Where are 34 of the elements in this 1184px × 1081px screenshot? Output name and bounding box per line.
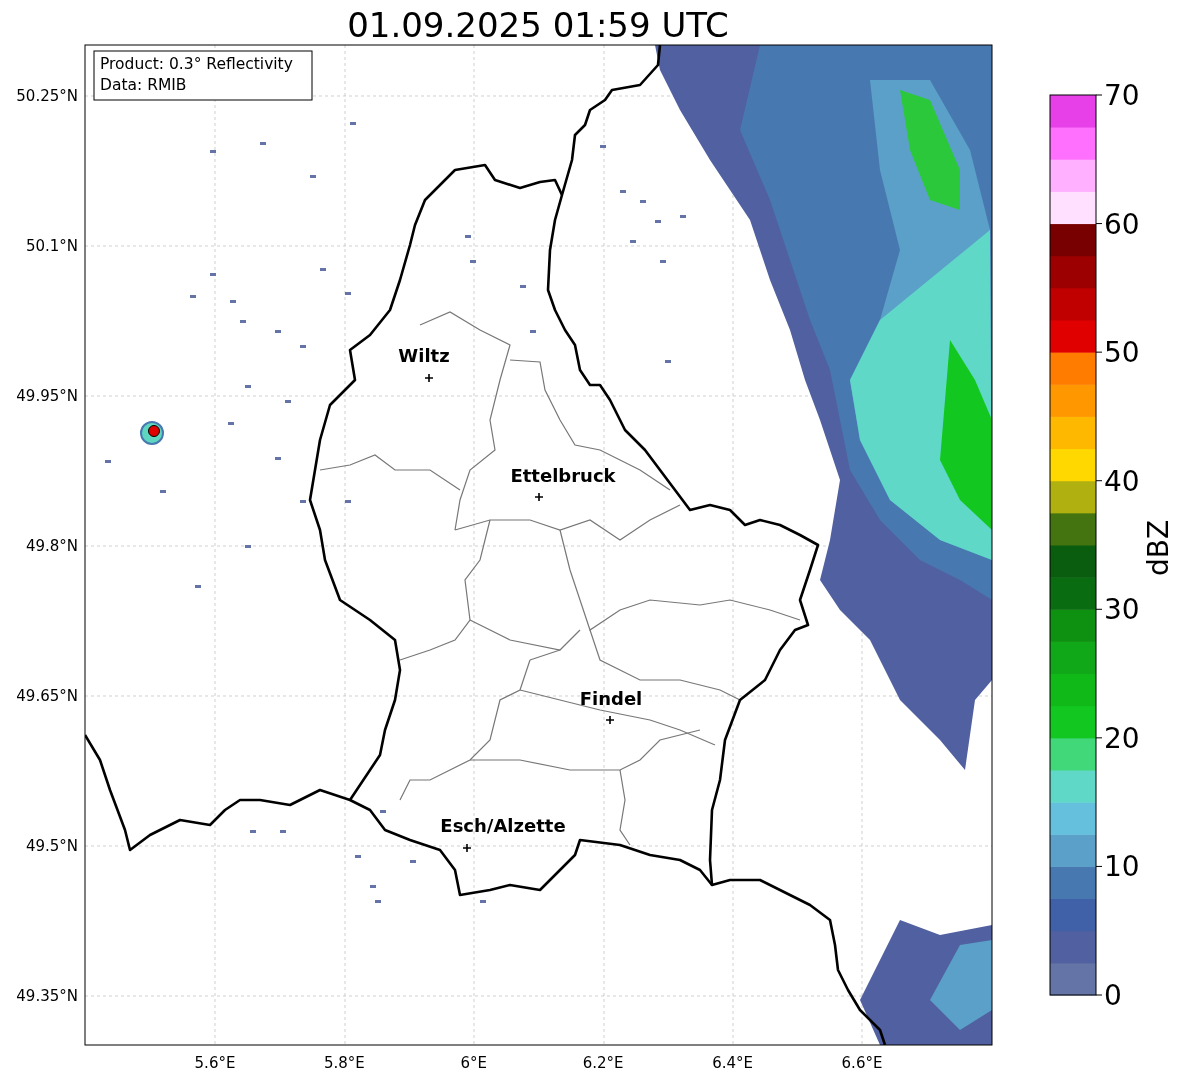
city-label: Findel [579,688,643,709]
colorbar-tick-label: 10 [1104,850,1140,884]
city-marker-icon [605,715,615,725]
city-marker-icon [424,373,434,383]
lat-label: 50.1°N [25,237,78,255]
city-label: Esch/Alzette [440,815,566,836]
lat-label: 49.5°N [25,837,78,855]
radar-site-icon [140,421,164,445]
colorbar-tick-label: 0 [1104,979,1122,1012]
city-marker-icon [462,843,472,853]
colorbar-tick-label: 30 [1104,593,1140,627]
info-text: Product: 0.3° Reflectivity [100,55,293,73]
lon-label: 5.6°E [194,1054,236,1072]
chart-title: 01.09.2025 01:59 UTC [347,5,729,45]
lat-label: 49.35°N [16,987,78,1005]
lon-label: 6°E [460,1054,488,1072]
lon-label: 6.2°E [582,1054,624,1072]
lat-label: 49.65°N [16,687,78,705]
lat-label: 50.25°N [16,87,78,105]
city-label: Ettelbruck [510,465,616,486]
city-marker-icon [534,492,544,502]
colorbar-title: dBZ [1142,519,1175,577]
colorbar-tick-label: 70 [1104,79,1140,112]
info-text: Data: RMIB [100,76,187,94]
colorbar-tick-label: 60 [1104,207,1140,241]
lon-label: 6.4°E [712,1054,753,1072]
lat-label: 49.95°N [16,387,78,405]
colorbar-tick-label: 50 [1104,336,1140,370]
lat-label: 49.8°N [25,537,78,555]
lon-label: 6.6°E [841,1054,883,1072]
lon-label: 5.8°E [324,1054,365,1072]
colorbar-tick-label: 20 [1104,721,1140,755]
colorbar-tick-label: 40 [1104,464,1140,498]
city-label: Wiltz [398,345,450,366]
